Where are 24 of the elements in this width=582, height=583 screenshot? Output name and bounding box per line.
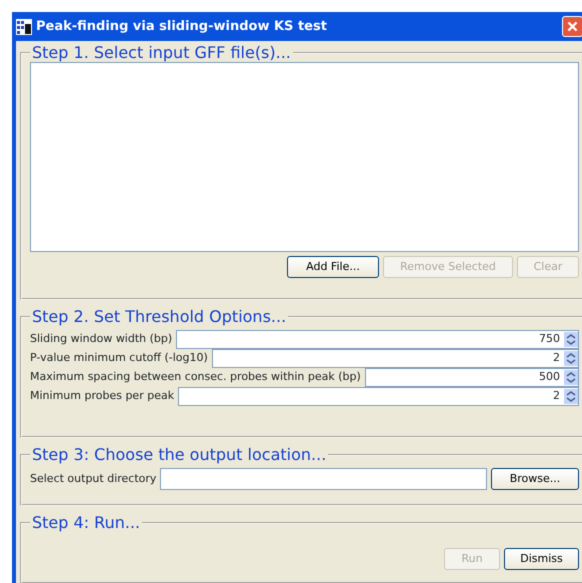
field-label: P-value minimum cutoff (-log10) <box>30 350 209 366</box>
number-field[interactable]: 2 <box>212 348 579 368</box>
section-title: Step 1. Select input GFF file(s)... <box>31 44 292 62</box>
field-label: Minimum probes per peak <box>30 388 176 404</box>
spinner-icon[interactable] <box>564 332 578 347</box>
dialog-button[interactable]: Browse... <box>491 468 579 490</box>
number-field[interactable]: 750 <box>176 330 579 349</box>
close-icon[interactable] <box>562 16 582 37</box>
window-title: Peak-finding via sliding-window KS test <box>36 18 327 36</box>
section-title: Step 2. Set Threshold Options... <box>31 308 288 326</box>
section-title: Step 3: Choose the output location... <box>31 446 328 464</box>
spinner-icon[interactable] <box>564 350 578 366</box>
spinner-icon[interactable] <box>564 388 578 404</box>
section-title: Step 4: Run... <box>31 514 142 532</box>
spinner-icon[interactable] <box>564 370 578 385</box>
dialog-button[interactable]: Dismiss <box>504 548 579 570</box>
field-label: Select output directory <box>30 470 156 487</box>
number-field[interactable]: 500 <box>364 368 579 387</box>
text-field[interactable] <box>160 468 487 490</box>
field-label: Sliding window width (bp) <box>30 330 174 347</box>
dialog-button[interactable]: Add File... <box>287 256 379 278</box>
field-label: Maximum spacing between consec. probes within peak (bp) <box>30 368 362 385</box>
number-field[interactable]: 2 <box>178 386 579 406</box>
app-icon <box>16 18 32 34</box>
